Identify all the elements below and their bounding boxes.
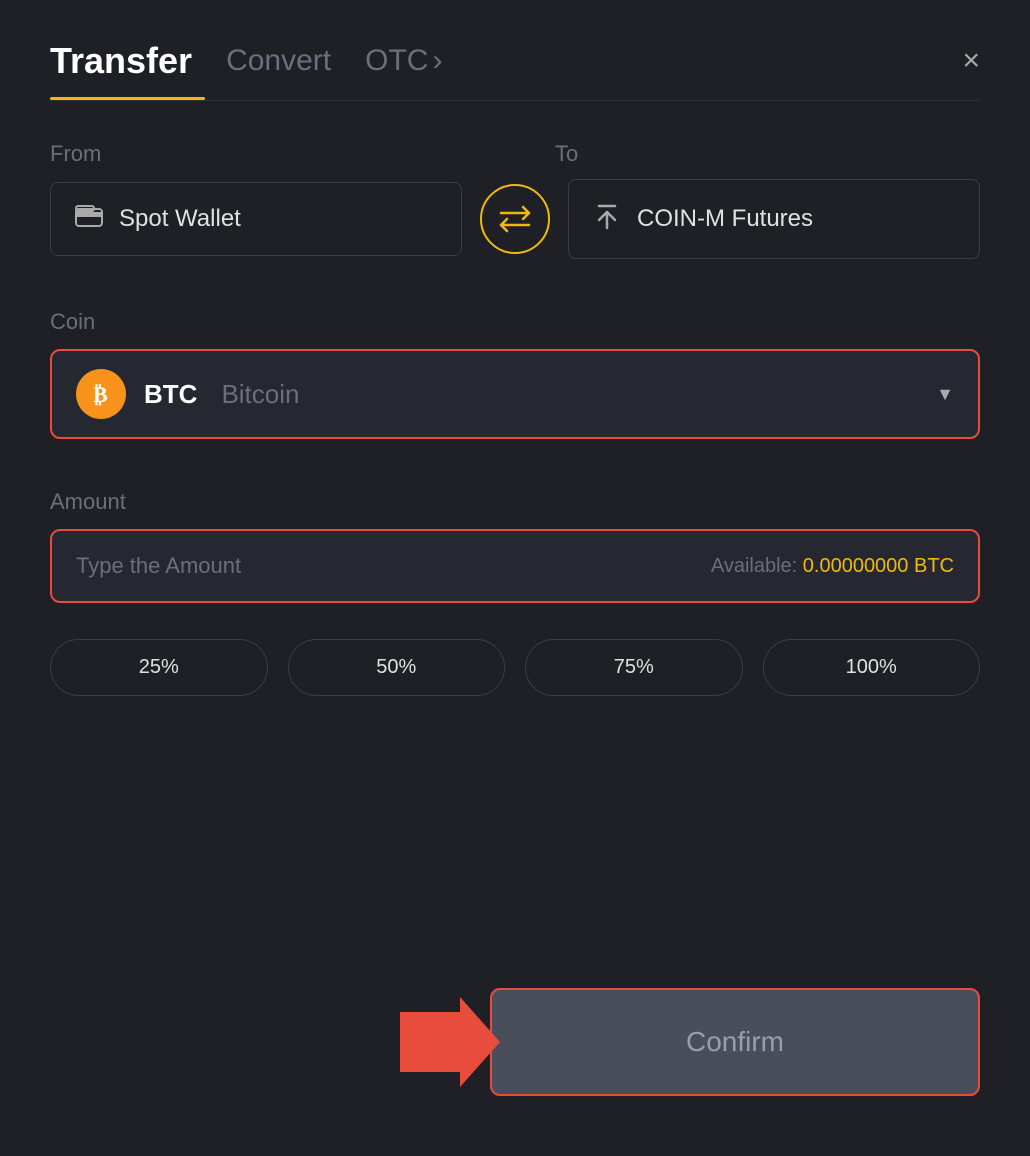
confirm-button[interactable]: Confirm bbox=[490, 988, 980, 1096]
futures-icon bbox=[593, 202, 621, 236]
amount-section: Amount Available: 0.00000000 BTC bbox=[50, 489, 980, 639]
tab-convert[interactable]: Convert bbox=[222, 44, 335, 78]
percent-100-button[interactable]: 100% bbox=[763, 639, 981, 696]
from-wallet-name: Spot Wallet bbox=[119, 205, 241, 233]
coin-symbol: BTC bbox=[144, 379, 197, 410]
to-wallet-name: COIN-M Futures bbox=[637, 205, 813, 233]
wallet-card-icon bbox=[75, 205, 103, 233]
tab-underline-row bbox=[50, 98, 980, 101]
coin-selector[interactable]: ₿ BTC Bitcoin ▼ bbox=[50, 349, 980, 439]
from-label: From bbox=[50, 141, 475, 167]
percent-buttons-row: 25% 50% 75% 100% bbox=[50, 639, 980, 696]
swap-button[interactable] bbox=[480, 184, 550, 254]
btc-icon: ₿ bbox=[76, 369, 126, 419]
from-to-labels: From To bbox=[50, 141, 980, 167]
from-wallet-selector[interactable]: Spot Wallet bbox=[50, 182, 462, 256]
to-label: To bbox=[555, 141, 980, 167]
coin-label: Coin bbox=[50, 309, 980, 335]
percent-50-button[interactable]: 50% bbox=[288, 639, 506, 696]
close-button[interactable]: × bbox=[962, 46, 980, 76]
tab-otc[interactable]: OTC › bbox=[365, 44, 442, 78]
red-arrow-icon bbox=[400, 997, 500, 1087]
coin-full-name: Bitcoin bbox=[221, 379, 299, 410]
coin-section: Coin ₿ BTC Bitcoin ▼ bbox=[50, 309, 980, 489]
to-wallet-selector[interactable]: COIN-M Futures bbox=[568, 179, 980, 259]
bottom-action-area: Confirm bbox=[50, 968, 980, 1096]
transfer-modal: Transfer Convert OTC › × From To Spot Wa… bbox=[0, 0, 1030, 1156]
amount-label: Amount bbox=[50, 489, 980, 515]
amount-input[interactable] bbox=[76, 553, 711, 579]
svg-text:₿: ₿ bbox=[93, 382, 108, 407]
percent-25-button[interactable]: 25% bbox=[50, 639, 268, 696]
wallet-row: Spot Wallet COIN-M Futures bbox=[50, 179, 980, 259]
available-amount-value: 0.00000000 BTC bbox=[803, 555, 954, 577]
amount-input-box: Available: 0.00000000 BTC bbox=[50, 529, 980, 603]
chevron-down-icon: ▼ bbox=[936, 384, 954, 405]
modal-header: Transfer Convert OTC › × bbox=[50, 40, 980, 82]
percent-75-button[interactable]: 75% bbox=[525, 639, 743, 696]
arrow-indicator bbox=[400, 997, 510, 1087]
active-tab-indicator bbox=[50, 97, 205, 100]
available-balance: Available: 0.00000000 BTC bbox=[711, 555, 954, 578]
tab-transfer[interactable]: Transfer bbox=[50, 40, 192, 82]
